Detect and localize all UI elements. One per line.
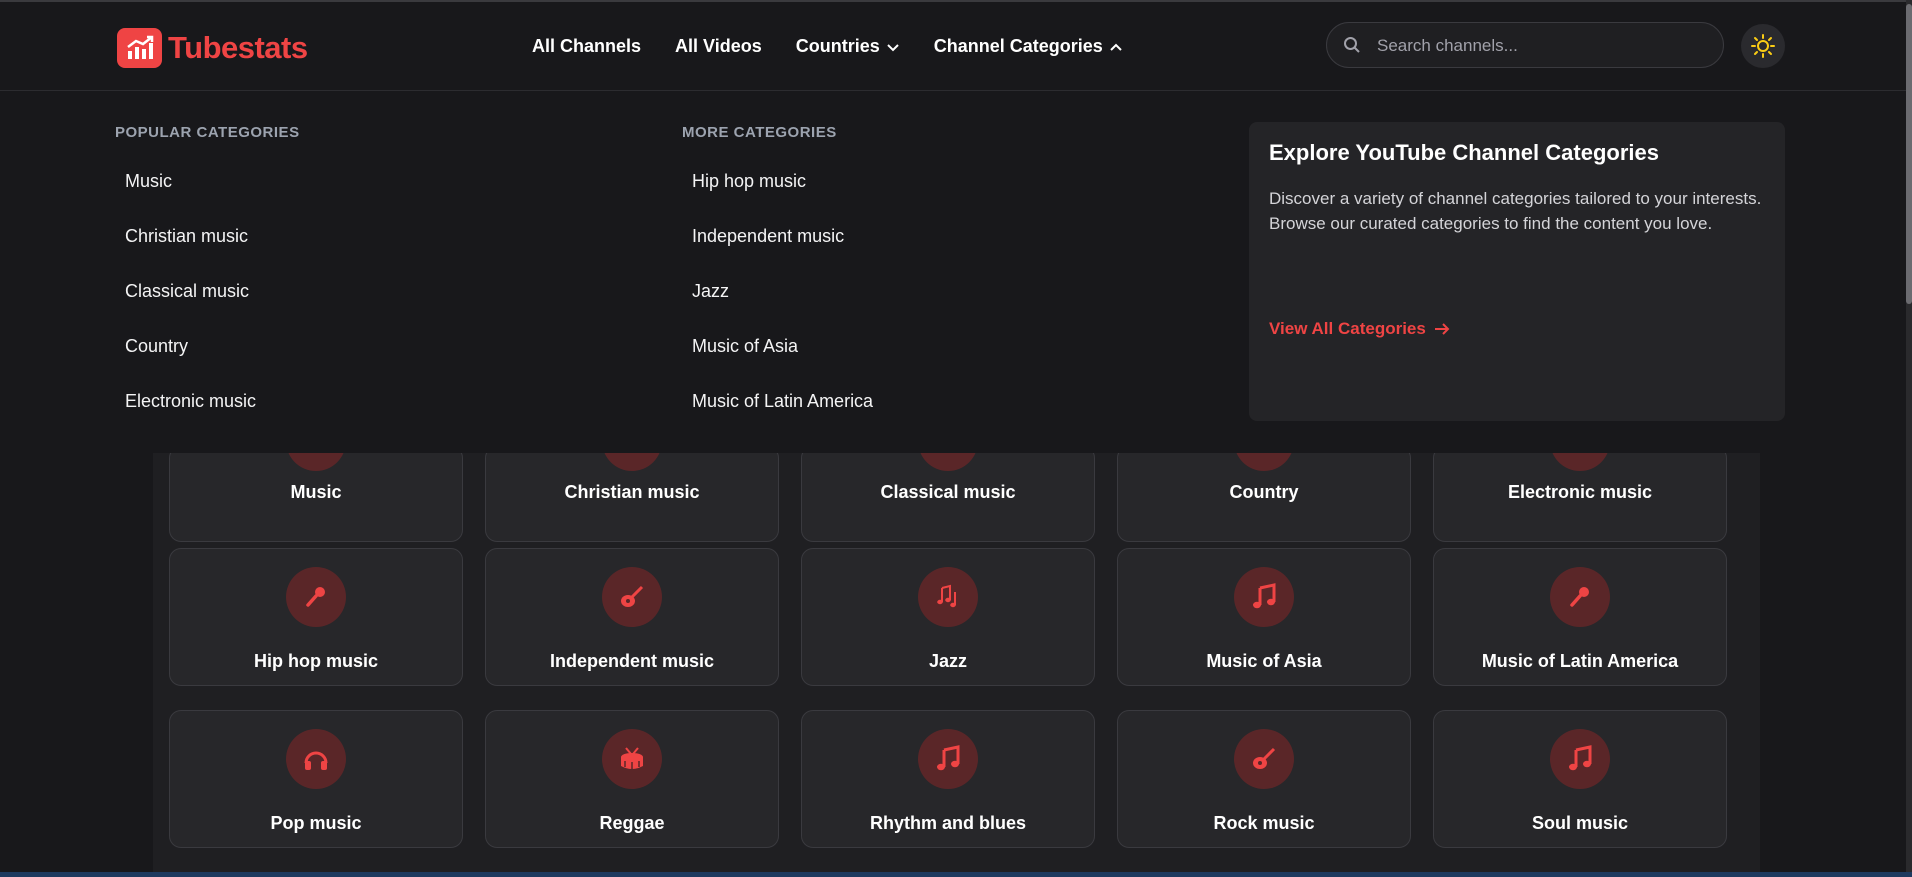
nav-channel-categories[interactable]: Channel Categories [934, 36, 1123, 57]
categories-grid: Music Christian music Classical music Count… [153, 411, 1760, 877]
category-card[interactable]: Soul music [1433, 710, 1727, 848]
site-header: Tubestats All Channels All Videos Countr… [0, 2, 1906, 91]
menu-link-hip-hop-music[interactable]: Hip hop music [692, 171, 806, 192]
logo[interactable]: Tubestats [117, 28, 308, 68]
category-card[interactable]: Independent music [485, 548, 779, 686]
category-card-label: Rock music [1213, 813, 1315, 833]
category-card[interactable]: Rock music [1117, 710, 1411, 848]
music-icon [918, 729, 978, 789]
category-card-label: Music [290, 482, 342, 502]
menu-link-independent-music[interactable]: Independent music [692, 226, 844, 247]
menu-link-electronic-music[interactable]: Electronic music [125, 391, 256, 412]
main-nav: All Channels All Videos Countries Channe… [532, 36, 1157, 57]
nav-countries[interactable]: Countries [796, 36, 900, 57]
guitar-icon [602, 567, 662, 627]
more-categories-heading: MORE CATEGORIES [682, 124, 837, 141]
category-card[interactable]: Electronic music [1433, 411, 1727, 542]
category-card-label: Soul music [1531, 813, 1629, 833]
chart-logo-icon [117, 28, 162, 68]
category-card[interactable]: Rhythm and blues [801, 710, 1095, 848]
nav-channel-categories-label: Channel Categories [933, 36, 1103, 56]
category-card-label: Rhythm and blues [869, 813, 1026, 833]
scrollbar-thumb[interactable] [1906, 4, 1912, 304]
channel-categories-dropdown: POPULAR CATEGORIES Music Christian music… [0, 91, 1906, 453]
explore-description: Discover a variety of channel categories… [1269, 189, 1762, 233]
headphones-icon [286, 729, 346, 789]
category-card[interactable]: Hip hop music [169, 548, 463, 686]
menu-link-music-of-latin-america[interactable]: Music of Latin America [692, 391, 873, 412]
taskbar-edge [0, 872, 1912, 877]
theme-toggle-button[interactable] [1741, 24, 1785, 68]
category-card[interactable]: Music [169, 411, 463, 542]
menu-link-music-of-asia[interactable]: Music of Asia [692, 336, 798, 357]
guitar-icon [1234, 729, 1294, 789]
category-card[interactable]: Country [1117, 411, 1411, 542]
category-card[interactable]: Pop music [169, 710, 463, 848]
microphone-icon [1550, 567, 1610, 627]
microphone-icon [286, 567, 346, 627]
sun-icon [1751, 34, 1775, 58]
category-card[interactable]: Music of Latin America [1433, 548, 1727, 686]
menu-link-music[interactable]: Music [125, 171, 172, 192]
menu-link-jazz[interactable]: Jazz [692, 281, 729, 302]
category-card[interactable]: Christian music [485, 411, 779, 542]
menu-link-classical-music[interactable]: Classical music [125, 281, 249, 302]
category-card[interactable]: Music of Asia [1117, 548, 1411, 686]
search-box [1326, 22, 1724, 68]
arrow-right-icon [1434, 323, 1450, 335]
category-card-label: Classical music [880, 482, 1016, 502]
category-card-label: Independent music [549, 651, 715, 671]
chevron-down-icon [887, 43, 899, 51]
search-input[interactable] [1375, 33, 1709, 59]
category-card-label: Christian music [564, 482, 700, 502]
category-card[interactable]: Reggae [485, 710, 779, 848]
category-card-label: Pop music [270, 813, 362, 833]
view-all-categories-link[interactable]: View All Categories [1269, 319, 1450, 339]
nav-countries-label: Countries [795, 36, 880, 56]
category-card-label: Jazz [928, 651, 968, 671]
drum-icon [602, 729, 662, 789]
category-card-label: Country [1229, 482, 1299, 502]
category-card-label: Music of Asia [1206, 651, 1322, 671]
category-card[interactable]: Jazz [801, 548, 1095, 686]
category-card-label: Music of Latin America [1481, 651, 1679, 671]
menu-link-christian-music[interactable]: Christian music [125, 226, 248, 247]
search-icon [1344, 37, 1360, 53]
menu-link-country[interactable]: Country [125, 336, 188, 357]
nav-all-channels[interactable]: All Channels [532, 36, 641, 57]
logo-text: Tubestats [168, 30, 308, 65]
category-card-label: Electronic music [1507, 482, 1653, 502]
music-icon [1550, 729, 1610, 789]
nav-all-videos[interactable]: All Videos [675, 36, 762, 57]
category-card-label: Hip hop music [253, 651, 378, 671]
explore-title: Explore YouTube Channel Categories [1269, 140, 1659, 165]
view-all-categories-label: View All Categories [1269, 319, 1426, 338]
category-card-label: Reggae [599, 813, 665, 833]
category-card[interactable]: Classical music [801, 411, 1095, 542]
explore-panel: Explore YouTube Channel Categories Disco… [1249, 122, 1785, 421]
music-icon [1234, 567, 1294, 627]
chevron-up-icon [1110, 43, 1122, 51]
popular-categories-heading: POPULAR CATEGORIES [115, 124, 300, 141]
music-notes-icon [918, 567, 978, 627]
